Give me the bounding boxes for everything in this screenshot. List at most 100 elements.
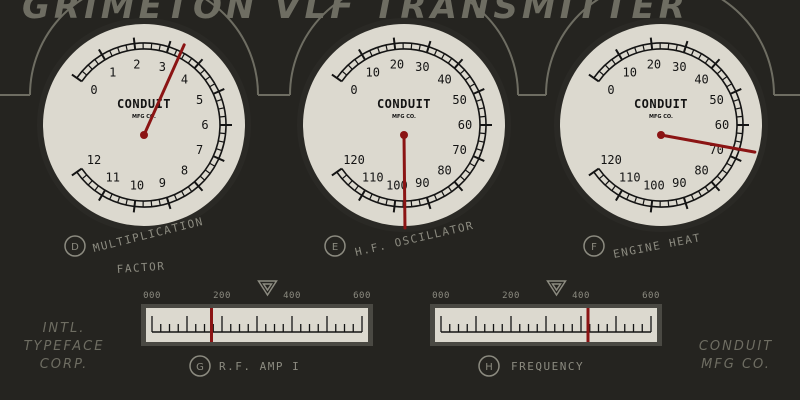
gauge-scale-label: 30 (672, 60, 686, 74)
gauge-minor-tick (410, 200, 413, 207)
gauge-scale-label: 120 (600, 153, 622, 167)
gauge-brand: CONDUIT (377, 97, 431, 111)
gauge-scale-label: 4 (181, 72, 188, 86)
gauge-scale-label: 70 (452, 143, 466, 157)
corner-left-line1: INTL. (43, 321, 86, 336)
gauge-scale-label: 60 (715, 118, 729, 132)
corner-left-line2: TYPEFACE (24, 339, 105, 354)
gauge-brand-sub: MFG CO. (649, 114, 673, 120)
gauge-multiplication-factor: 012 3456789101112 CONDUIT MFG CO. (37, 18, 251, 232)
gauge-brand-sub: MFG CO. (392, 114, 416, 120)
meter-scale-label: 200 (213, 291, 231, 301)
gauge-label-line2: FACTOR (116, 260, 166, 276)
gauge-minor-tick (219, 115, 226, 118)
gauge-minor-tick (150, 43, 153, 50)
corner-right-text: CONDUIT MFG CO. (699, 339, 773, 372)
meter-label-g: G R.F. AMP I (189, 355, 300, 377)
gauge-brand: CONDUIT (634, 97, 688, 111)
gauge-scale-label: 5 (196, 93, 203, 107)
gauge-minor-tick (667, 43, 670, 50)
panel-canvas: GRIMETON VLF TRANSMITTER 012 345678910111… (0, 0, 800, 377)
badge-letter: F (591, 242, 597, 253)
meter-frequency: 000 200 400 600 (430, 280, 662, 346)
meter-scale-label: 200 (502, 291, 520, 301)
gauge-scale-label: 0 (607, 83, 614, 97)
meter-scale-label: 400 (572, 291, 590, 301)
meter-rf-amp: 000 200 400 600 (141, 280, 373, 346)
gauge-scale-label: 12 (87, 153, 101, 167)
meter-scale-label: 400 (283, 291, 301, 301)
gauge-minor-tick (479, 132, 486, 135)
gauge-needle-hub (140, 131, 148, 139)
gauge-face (43, 24, 245, 226)
gauge-minor-tick (736, 132, 743, 135)
gauge-scale-label: 30 (415, 60, 429, 74)
gauge-major-tick (392, 200, 397, 213)
gauge-minor-tick (150, 200, 153, 207)
meter-label: R.F. AMP I (219, 360, 300, 373)
gauge-minor-tick (479, 115, 486, 118)
gauge-brand: CONDUIT (117, 97, 171, 111)
gauge-scale-label: 3 (159, 60, 166, 74)
meter-scale-label: 000 (143, 291, 161, 301)
gauge-scale-label: 20 (390, 57, 404, 71)
gauge-major-tick (392, 37, 397, 50)
gauge-scale-label: 50 (709, 93, 723, 107)
gauge-label-f: F ENGINE HEAT (583, 231, 702, 261)
gauge-scale-label: 50 (452, 93, 466, 107)
meter-scale-labels: 000 200 400 600 (432, 291, 660, 301)
meter-label: FREQUENCY (511, 360, 584, 373)
badge-letter: H (485, 362, 493, 373)
meter-label-h: H FREQUENCY (478, 355, 584, 377)
gauge-scale-label: 110 (362, 170, 384, 184)
gauge-scale-label: 80 (437, 164, 451, 178)
gauge-minor-tick (667, 200, 670, 207)
corner-right-line1: CONDUIT (699, 339, 773, 354)
gauge-scale-label: 80 (694, 164, 708, 178)
meter-marker-icon (546, 280, 567, 297)
gauge-scale-label: 90 (415, 176, 429, 190)
gauge-minor-tick (410, 43, 413, 50)
meter-scale-label: 000 (432, 291, 450, 301)
gauge-scale-label: 60 (458, 118, 472, 132)
meter-scale-label: 600 (642, 291, 660, 301)
badge-letter: G (196, 362, 204, 373)
gauge-scale-label: 10 (623, 66, 637, 80)
gauge-scale-label: 7 (196, 143, 203, 157)
gauge-minor-tick (219, 132, 226, 135)
gauge-needle-hub (657, 131, 665, 139)
badge-letter: E (332, 242, 338, 253)
gauge-scale-label: 11 (106, 170, 120, 184)
gauge-scale-label: 6 (201, 118, 208, 132)
gauge-scale-label: 0 (90, 83, 97, 97)
gauge-scale-label: 8 (181, 164, 188, 178)
gauge-major-tick (132, 200, 137, 213)
gauge-minor-tick (736, 115, 743, 118)
corner-right-line2: MFG CO. (701, 357, 771, 372)
gauge-scale-label: 10 (366, 66, 380, 80)
corner-left-text: INTL. TYPEFACE CORP. (24, 321, 105, 372)
gauge-major-tick (649, 37, 654, 50)
gauge-hf-oscillator: 01020 30405060708090100110120 CONDUIT MFG… (297, 18, 511, 232)
gauge-scale-label: 40 (437, 72, 451, 86)
control-panel: GRIMETON VLF TRANSMITTER 0 1 2 3 4 5 6 7 8 9 10 11 1… (0, 0, 800, 400)
gauge-engine-heat: 01020 30405060708090100110120 CONDUIT MFG… (554, 18, 768, 232)
gauge-scale-label: 10 (130, 179, 144, 193)
gauge-scale-label: 9 (159, 176, 166, 190)
gauge-major-tick (132, 37, 137, 50)
gauge-needle-hub (400, 131, 408, 139)
gauge-scale-label: 0 (350, 83, 357, 97)
gauge-label-line1: ENGINE HEAT (612, 231, 702, 261)
gauge-scale-label: 110 (619, 170, 641, 184)
gauge-scale-label: 100 (643, 179, 665, 193)
gauge-major-tick (649, 200, 654, 213)
gauge-scale-label: 2 (133, 57, 140, 71)
meter-scale-label: 600 (353, 291, 371, 301)
gauge-scale-label: 40 (694, 72, 708, 86)
meter-scale-labels: 000 200 400 600 (143, 291, 371, 301)
gauge-scale-label: 90 (672, 176, 686, 190)
gauge-scale-label: 120 (343, 153, 365, 167)
gauge-scale-label: 20 (647, 57, 661, 71)
gauge-scale-label: 1 (109, 66, 116, 80)
corner-left-line3: CORP. (40, 357, 89, 372)
